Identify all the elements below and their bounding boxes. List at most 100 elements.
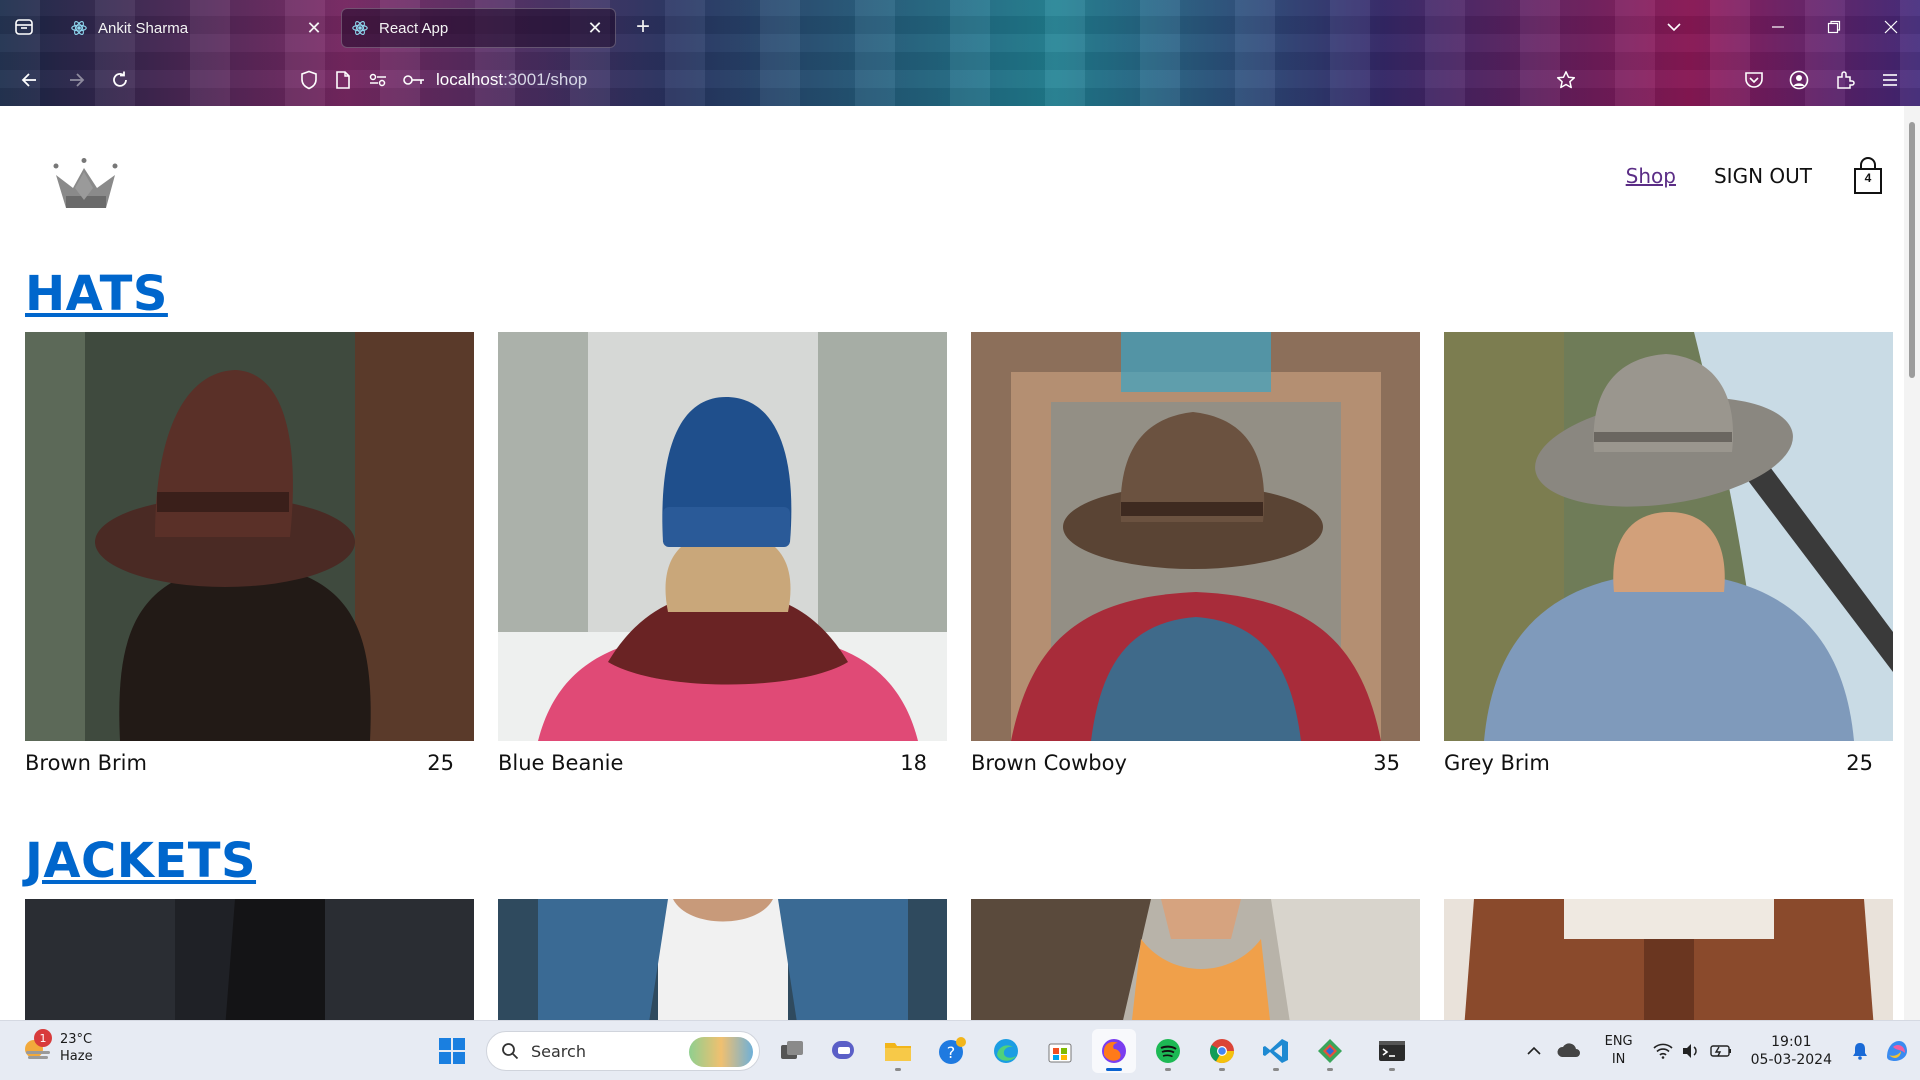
product-image[interactable] (498, 899, 947, 1020)
task-view-icon[interactable] (770, 1029, 814, 1073)
page-scrollbar[interactable] (1904, 106, 1920, 1020)
active-indicator (1106, 1068, 1122, 1071)
product-footer: Brown Cowboy 35 (971, 741, 1420, 785)
shield-icon[interactable] (291, 62, 327, 98)
tab-ankit-sharma[interactable]: Ankit Sharma ✕ (60, 8, 335, 48)
back-icon[interactable] (12, 62, 48, 98)
cart-icon[interactable]: 4 (1850, 157, 1886, 195)
product-image[interactable] (971, 332, 1420, 741)
product-card[interactable]: Blue Beanie 18 (498, 332, 947, 785)
pocket-icon[interactable] (1736, 62, 1772, 98)
nav-toolbar: localhost:3001/shop (0, 58, 1920, 104)
running-indicator (895, 1068, 901, 1071)
permissions-icon[interactable] (360, 62, 396, 98)
battery-icon[interactable] (1705, 1044, 1737, 1058)
weather-desc: Haze (60, 1049, 93, 1064)
weather-icon: 1 (22, 1029, 52, 1063)
copilot-icon[interactable] (1874, 1037, 1920, 1065)
url-bar[interactable]: localhost:3001/shop (436, 60, 1536, 100)
product-image[interactable] (971, 899, 1420, 1020)
sign-out-link[interactable]: SIGN OUT (1714, 164, 1812, 188)
git-gui-icon[interactable] (1308, 1029, 1352, 1073)
react-icon (352, 21, 368, 35)
weather-temp: 23°C (60, 1032, 93, 1047)
firefox-icon[interactable] (1092, 1029, 1136, 1073)
product-card[interactable]: Brown Brim 25 (25, 332, 474, 785)
chevron-up-icon[interactable] (1519, 1046, 1549, 1056)
product-name: Brown Brim (25, 751, 147, 775)
product-card[interactable] (25, 899, 474, 1020)
lang-primary: ENG (1604, 1034, 1633, 1049)
product-footer: Brown Brim 25 (25, 741, 474, 785)
product-name: Grey Brim (1444, 751, 1550, 775)
close-window-icon[interactable] (1873, 9, 1909, 45)
weather-widget[interactable]: 1 23°C Haze (22, 1029, 93, 1065)
terminal-icon[interactable] (1370, 1029, 1414, 1073)
product-card[interactable] (971, 899, 1420, 1020)
vscode-icon[interactable] (1254, 1029, 1298, 1073)
start-button[interactable] (430, 1029, 474, 1073)
new-tab-icon[interactable]: + (625, 9, 661, 45)
running-indicator (1273, 1068, 1279, 1071)
windows-taskbar: 1 23°C Haze Search ? ENG IN 19:01 05-03-… (0, 1020, 1920, 1080)
product-card[interactable] (1444, 899, 1893, 1020)
crown-logo-icon[interactable] (52, 158, 122, 212)
product-price: 18 (900, 751, 927, 775)
bookmark-star-icon[interactable] (1548, 62, 1584, 98)
section-title-jackets[interactable]: JACKETS (25, 833, 1895, 889)
product-price: 25 (1846, 751, 1873, 775)
get-help-icon[interactable]: ? (930, 1029, 974, 1073)
extensions-icon[interactable] (1827, 62, 1863, 98)
product-card[interactable] (498, 899, 947, 1020)
product-image[interactable] (498, 332, 947, 741)
page-icon[interactable] (325, 62, 361, 98)
product-card[interactable]: Brown Cowboy 35 (971, 332, 1420, 785)
teams-chat-icon[interactable] (822, 1029, 866, 1073)
product-card[interactable]: Grey Brim 25 (1444, 332, 1893, 785)
search-highlight-icon (689, 1037, 753, 1067)
search-icon (502, 1043, 519, 1060)
forward-icon[interactable] (58, 62, 94, 98)
tab-overview-icon[interactable] (6, 9, 42, 45)
volume-icon[interactable] (1677, 1043, 1705, 1059)
notification-bell-icon[interactable] (1846, 1042, 1874, 1060)
microsoft-store-icon[interactable] (1038, 1029, 1082, 1073)
lang-secondary: IN (1611, 1052, 1626, 1067)
key-icon[interactable] (396, 62, 432, 98)
product-footer: Blue Beanie 18 (498, 741, 947, 785)
spotify-icon[interactable] (1146, 1029, 1190, 1073)
account-icon[interactable] (1781, 62, 1817, 98)
running-indicator (1327, 1068, 1333, 1071)
wifi-icon[interactable] (1649, 1043, 1677, 1059)
browser-chrome: Ankit Sharma ✕ React App ✕ + localhost:… (0, 0, 1920, 106)
taskbar-search[interactable]: Search (486, 1031, 760, 1071)
file-explorer-icon[interactable] (876, 1029, 920, 1073)
tab-react-app[interactable]: React App ✕ (341, 8, 616, 48)
product-image[interactable] (1444, 332, 1893, 741)
list-all-tabs-icon[interactable] (1656, 9, 1692, 45)
product-price: 35 (1373, 751, 1400, 775)
restore-icon[interactable] (1816, 9, 1852, 45)
minimize-icon[interactable] (1760, 9, 1796, 45)
product-image[interactable] (25, 899, 474, 1020)
svg-text:?: ? (947, 1043, 956, 1062)
product-image[interactable] (1444, 899, 1893, 1020)
clock[interactable]: 19:01 05-03-2024 (1751, 1033, 1832, 1069)
onedrive-icon[interactable] (1549, 1042, 1589, 1060)
scrollbar-thumb[interactable] (1909, 122, 1915, 378)
menu-icon[interactable] (1872, 62, 1908, 98)
section-title-hats[interactable]: HATS (25, 266, 1895, 322)
language-indicator[interactable]: ENG IN (1605, 1033, 1633, 1069)
react-icon (71, 21, 87, 35)
product-grid (25, 899, 1893, 1020)
reload-icon[interactable] (102, 62, 138, 98)
shop-link[interactable]: Shop (1626, 164, 1676, 188)
running-indicator (1389, 1068, 1395, 1071)
close-icon[interactable]: ✕ (303, 17, 325, 39)
product-image[interactable] (25, 332, 474, 741)
edge-browser-icon[interactable] (984, 1029, 1028, 1073)
section-hats: HATS Brown Brim 25 Blue Beanie 18 Brown … (25, 266, 1895, 906)
close-icon[interactable]: ✕ (584, 17, 606, 39)
product-price: 25 (427, 751, 454, 775)
chrome-icon[interactable] (1200, 1029, 1244, 1073)
